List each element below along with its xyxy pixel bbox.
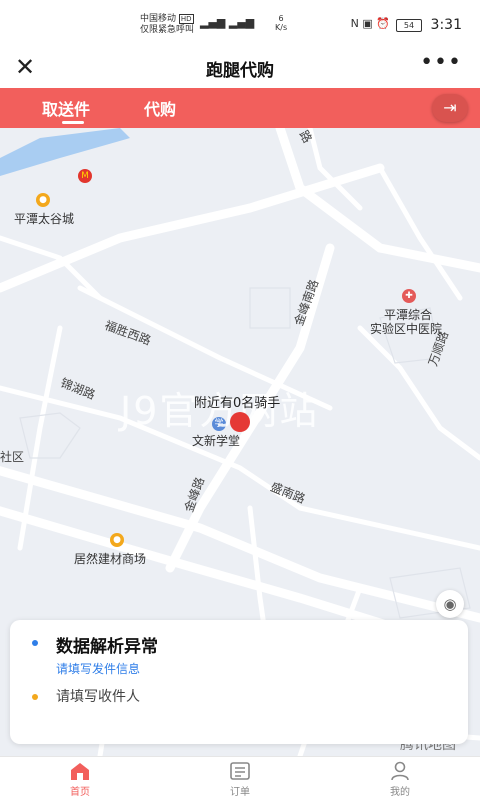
hospital-label-2: 实验区中医院 — [370, 322, 443, 336]
nav-mine-label: 我的 — [390, 787, 410, 798]
road-label-community: 社区 — [0, 450, 25, 464]
sender-info-link[interactable]: 请填写发件信息 — [56, 660, 140, 677]
title-bar: ✕ 跑腿代购 ••• — [0, 48, 480, 88]
network-speed: 6 K/s — [275, 14, 287, 32]
market-label: 居然建材商场 — [74, 552, 147, 566]
locate-icon[interactable]: ◉ — [436, 590, 464, 618]
shop-icon: ● — [36, 192, 50, 207]
user-icon — [391, 761, 409, 781]
rider-count-label: 附近有0名骑手 — [194, 396, 281, 411]
receiver-input[interactable]: 请填写收件人 — [56, 686, 140, 706]
poi-pingtan-taigu[interactable]: ● — [36, 192, 52, 207]
mcdonalds-icon: M — [78, 168, 92, 183]
poi-pingtan-taigu-label: 平潭太谷城 — [14, 212, 75, 226]
address-card: 数据解析异常 请填写发件信息 请填写收件人 — [10, 620, 468, 744]
exit-icon: ⇥ — [443, 98, 457, 117]
tab-pickup-delivery[interactable]: 取送件 — [42, 96, 90, 120]
poi-mcdonalds[interactable]: M — [78, 168, 94, 183]
clock: 3:31 — [430, 17, 462, 33]
status-bar: 中国移动 HD 仅限紧急呼叫 ▂▄▆ ▂▄▆ 6 K/s N ▣ ⏰ 54 3:… — [0, 0, 480, 48]
nav-orders[interactable]: 订单 — [200, 761, 280, 798]
signal-icon: ▂▄▆ ▂▄▆ — [200, 16, 255, 29]
battery-icon: 54 — [396, 19, 422, 32]
tab-purchase[interactable]: 代购 — [144, 96, 176, 120]
location-marker-icon[interactable] — [230, 412, 250, 432]
home-icon — [71, 763, 89, 780]
sender-dot — [32, 640, 38, 646]
hospital-icon: ✚ — [402, 288, 416, 303]
battery-level: 54 — [403, 21, 415, 30]
market-poi[interactable]: ● — [110, 532, 126, 547]
more-icon[interactable]: ••• — [420, 50, 462, 75]
carrier-info: 中国移动 HD 仅限紧急呼叫 — [140, 14, 194, 36]
alarm-icon: ⏰ — [376, 17, 390, 30]
error-title: 数据解析异常 — [56, 637, 158, 657]
nav-mine[interactable]: 我的 — [360, 761, 440, 798]
carrier-name: 中国移动 — [140, 14, 177, 24]
hospital-poi[interactable]: ✚ — [402, 288, 418, 303]
order-icon — [230, 762, 250, 780]
active-tab-indicator — [62, 121, 84, 124]
emergency-text: 仅限紧急呼叫 — [140, 25, 195, 35]
page-title: 跑腿代购 — [206, 61, 274, 81]
shop-icon-2: ● — [110, 532, 124, 547]
exit-button[interactable]: ⇥ — [432, 94, 468, 122]
hd-badge: HD — [178, 14, 194, 24]
nav-orders-label: 订单 — [230, 787, 250, 798]
system-icons: N ▣ ⏰ — [351, 17, 390, 30]
vibrate-icon: ▣ — [362, 17, 373, 30]
speed-value: 6 — [278, 14, 284, 23]
tab-bar: 取送件 代购 ⇥ — [0, 88, 480, 128]
receiver-dot — [32, 694, 38, 700]
speed-unit: K/s — [275, 23, 288, 32]
bottom-nav: 首页 订单 我的 — [0, 756, 480, 801]
nav-home-label: 首页 — [70, 787, 90, 798]
nfc-icon: N — [350, 17, 359, 30]
nav-home[interactable]: 首页 — [40, 761, 120, 798]
